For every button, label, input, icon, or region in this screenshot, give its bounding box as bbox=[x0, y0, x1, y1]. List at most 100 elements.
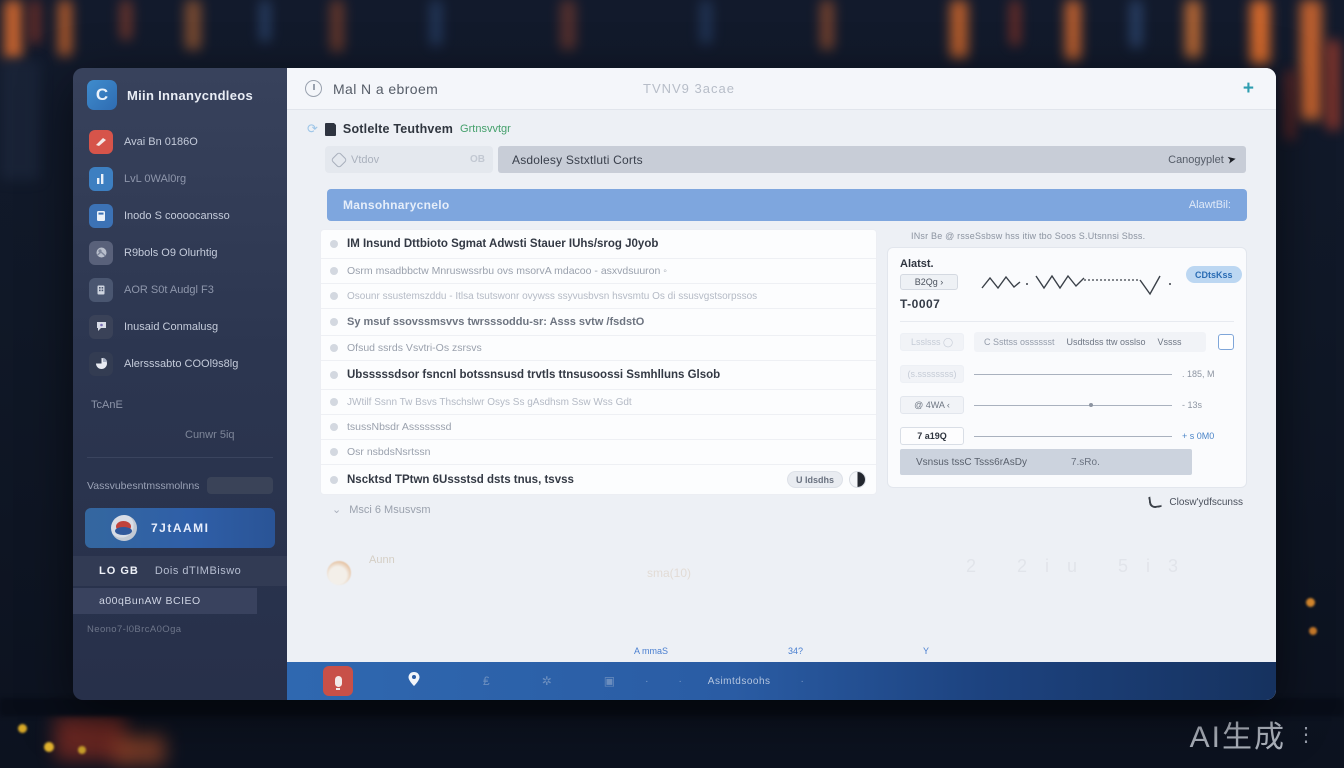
list-item-text: IM Insund Dttbioto Sgmat Adwsti Stauer I… bbox=[347, 238, 659, 250]
panel-divider bbox=[900, 321, 1234, 322]
sidebar-item-6[interactable]: Inusaid Conmalusg bbox=[83, 311, 277, 342]
add-button[interactable]: + bbox=[1243, 79, 1254, 98]
toolbar-item-2[interactable]: Usdtsdss ttw osslso bbox=[1067, 337, 1146, 347]
tag-icon bbox=[330, 151, 348, 168]
list-item-text: Osrm msadbbctw Mnruswssrbu ovs msorvA md… bbox=[347, 265, 667, 277]
watermark-text: AI生成 bbox=[1189, 721, 1286, 754]
list-item[interactable]: Nscktsd TPtwn 6Ussstsd dsts tnus, tsvss … bbox=[321, 465, 876, 494]
slider-2[interactable] bbox=[974, 399, 1172, 412]
control-row-3: 7 a19Q + s 0M0 bbox=[900, 427, 1234, 445]
search-box[interactable]: OB bbox=[325, 146, 493, 173]
taskbar: ₤ ✲ ▣ · · Asimtdsoohs · bbox=[287, 662, 1276, 700]
checkbox[interactable] bbox=[1218, 334, 1234, 350]
panel-footer-bar[interactable]: Vsnsus tssC Tsss6rAsDy 7.sRo. bbox=[900, 449, 1192, 475]
list-item[interactable]: Osr nsbdsNsrtssn bbox=[321, 440, 876, 465]
device-panel: INsr Be @ rsseSsbsw hss itiw tbo Soos S.… bbox=[887, 229, 1247, 509]
dropdown-action[interactable]: Canogyplet ➤ bbox=[1168, 153, 1238, 167]
sidebar-nav: Avai Bn 0186O LvL 0WAl0rg Inodo S cooooc… bbox=[73, 120, 287, 385]
currency-icon[interactable]: ₤ bbox=[483, 674, 490, 688]
list-item-text: Ofsud ssrds Vsvtri-Os zsrsvs bbox=[347, 342, 482, 354]
sidebar-item-7[interactable]: Alersssabto COOl9s8lg bbox=[83, 348, 277, 379]
mouse-cursor-icon: ➤ bbox=[1225, 153, 1238, 167]
toolbar-item-1[interactable]: C Ssttss osssssst bbox=[984, 337, 1055, 347]
info-banner[interactable]: Mansohnarycnelo AlawtBil: bbox=[327, 189, 1247, 221]
slider-3[interactable] bbox=[974, 430, 1172, 443]
list-item-collapsed[interactable]: ⌄ Msci 6 Msusvsm bbox=[320, 495, 877, 517]
sidebar-item-4[interactable]: R9bols O9 Olurhtig bbox=[83, 237, 277, 268]
sidebar-header[interactable]: C Miin Innanycndleos bbox=[73, 68, 287, 120]
photo-icon bbox=[89, 240, 113, 265]
profile-name: 7JtAAMI bbox=[151, 521, 210, 535]
status-badge[interactable]: U Idsdhs bbox=[786, 471, 843, 488]
sidebar-divider bbox=[87, 457, 273, 458]
control-row-1: (s.ssssssss) . 185, M bbox=[900, 365, 1234, 383]
sidebar-profile-card[interactable]: 7JtAAMI bbox=[85, 508, 275, 548]
toggle-switch[interactable] bbox=[849, 471, 866, 488]
sidebar-stats-row[interactable]: LO GB Dois dTIMBiswo bbox=[73, 556, 287, 586]
chat-icon bbox=[89, 314, 113, 339]
sidebar-item-label: Inusaid Conmalusg bbox=[124, 320, 219, 333]
sidebar-action-row[interactable]: a00qBunAW BCIEO bbox=[73, 588, 257, 614]
bullet-icon bbox=[330, 318, 338, 326]
list-item[interactable]: Ofsud ssrds Vsvtri-Os zsrsvs bbox=[321, 336, 876, 361]
app-logo-icon: C bbox=[87, 80, 117, 110]
refresh-icon[interactable]: ⟳ bbox=[307, 121, 318, 137]
sidebar-secondary-label[interactable]: Cunwr 5iq bbox=[73, 411, 287, 441]
sidebar-item-2[interactable]: LvL 0WAl0rg bbox=[83, 163, 277, 194]
titlebar-center-text: TVNV9 3acae bbox=[643, 81, 735, 96]
toolbar-item-3[interactable]: Vssss bbox=[1158, 337, 1182, 347]
faded-avatar-label: Aunn bbox=[369, 554, 395, 566]
sidebar-item-label: AOR S0t Audgl F3 bbox=[124, 283, 214, 296]
list-item[interactable]: Sy msuf ssovssmsvvs twrsssoddu-sr: Asss … bbox=[321, 309, 876, 336]
sidebar-item-3[interactable]: Inodo S coooocansso bbox=[83, 200, 277, 231]
dropdown-value: Asdolesy Sstxtluti Corts bbox=[512, 152, 643, 167]
window-icon[interactable]: ▣ bbox=[604, 674, 615, 688]
slider-1[interactable] bbox=[974, 368, 1172, 381]
taskbar-dot: · bbox=[645, 675, 649, 687]
sidebar-footer-text: Neono7-l0BrcA0Oga bbox=[87, 624, 182, 635]
control-button-1[interactable]: (s.ssssssss) bbox=[900, 365, 964, 383]
banner-action[interactable]: AlawtBil: bbox=[1189, 199, 1231, 211]
bullet-icon bbox=[330, 292, 338, 300]
list-item-text: Osounr ssustemszddu - Itlsa tsutswonr ov… bbox=[347, 290, 758, 302]
list-item-text: JWtilf Ssnn Tw Bsvs Thschslwr Osys Ss gA… bbox=[347, 396, 632, 408]
control-button-3[interactable]: 7 a19Q bbox=[900, 427, 964, 445]
category-dropdown[interactable]: Asdolesy Sstxtluti Corts Canogyplet ➤ bbox=[498, 146, 1246, 173]
subheader: ⟳ Sotlelte Teuthvem Grtnsvvtgr bbox=[287, 110, 1276, 139]
document-icon bbox=[324, 121, 337, 136]
bullet-icon bbox=[330, 423, 338, 431]
status-pill[interactable]: CDtsKss bbox=[1186, 266, 1242, 283]
list-item[interactable]: tsussNbsdr Asssssssd bbox=[321, 415, 876, 440]
waveform-chart bbox=[980, 258, 1176, 309]
sidebar-item-1[interactable]: Avai Bn 0186O bbox=[83, 126, 277, 157]
device-button[interactable]: B2Qg › bbox=[900, 274, 958, 290]
control-button-2[interactable]: @ 4WA ‹ bbox=[900, 396, 964, 414]
preferences-link[interactable]: Closw'ydfscunss bbox=[887, 488, 1247, 509]
bullet-icon bbox=[330, 448, 338, 456]
footer-link-2[interactable]: 34? bbox=[788, 646, 803, 656]
rocket-icon bbox=[89, 129, 113, 154]
toolbar-fade-button[interactable]: Lsslsss ◯ bbox=[900, 333, 964, 351]
result-list: IM Insund Dttbioto Sgmat Adwsti Stauer I… bbox=[320, 229, 877, 516]
panel-toolbar: C Ssttss osssssst Usdtsdss ttw osslso Vs… bbox=[974, 332, 1206, 352]
bullet-icon bbox=[330, 240, 338, 248]
clock-icon bbox=[305, 80, 322, 97]
bullet-icon bbox=[330, 344, 338, 352]
sidebar-item-5[interactable]: AOR S0t Audgl F3 bbox=[83, 274, 277, 305]
footer-link-3[interactable]: Y bbox=[923, 646, 929, 656]
search-input[interactable] bbox=[351, 153, 441, 166]
list-item[interactable]: Osounr ssustemszddu - Itlsa tsutswonr ov… bbox=[321, 284, 876, 309]
list-item[interactable]: IM Insund Dttbioto Sgmat Adwsti Stauer I… bbox=[321, 230, 876, 259]
control-value-1: . 185, M bbox=[1182, 369, 1215, 379]
microphone-button[interactable] bbox=[323, 666, 353, 696]
taskbar-label[interactable]: Asimtdsoohs bbox=[708, 676, 771, 687]
footer-link-1[interactable]: A mmaS bbox=[634, 646, 668, 656]
list-item[interactable]: JWtilf Ssnn Tw Bsvs Thschslwr Osys Ss gA… bbox=[321, 390, 876, 415]
list-item[interactable]: Osrm msadbbctw Mnruswssrbu ovs msorvA md… bbox=[321, 259, 876, 284]
subheader-suffix: Grtnsvvtgr bbox=[460, 123, 511, 135]
settings-icon[interactable]: ✲ bbox=[542, 674, 552, 688]
subheader-title: Sotlelte Teuthvem bbox=[342, 122, 454, 136]
location-pin-icon[interactable] bbox=[407, 671, 421, 692]
list-item[interactable]: Ubsssssdsor fsncnl botssnsusd trvtls ttn… bbox=[321, 361, 876, 390]
sidebar-storage-row[interactable]: Vassvubesntmssmolnns bbox=[87, 477, 273, 494]
